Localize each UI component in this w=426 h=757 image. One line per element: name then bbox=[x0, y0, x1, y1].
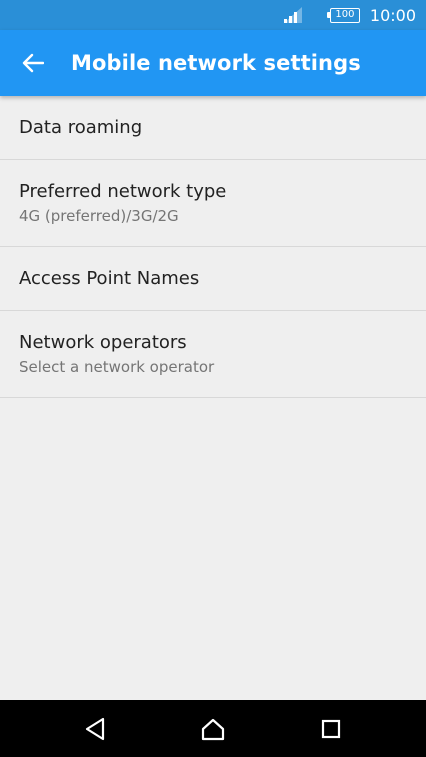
nav-recents-button[interactable] bbox=[316, 714, 346, 744]
nav-home-button[interactable] bbox=[198, 714, 228, 744]
back-triangle-icon bbox=[85, 717, 105, 741]
setting-title: Data roaming bbox=[19, 117, 143, 138]
setting-title: Network operators bbox=[19, 332, 187, 353]
nav-back-button[interactable] bbox=[80, 714, 110, 744]
setting-preferred-network-type[interactable]: Preferred network type 4G (preferred)/3G… bbox=[0, 160, 426, 247]
settings-list: Data roaming Preferred network type 4G (… bbox=[0, 96, 426, 398]
setting-access-point-names[interactable]: Access Point Names bbox=[0, 247, 426, 311]
setting-network-operators[interactable]: Network operators Select a network opera… bbox=[0, 311, 426, 398]
setting-title: Preferred network type bbox=[19, 181, 227, 202]
setting-subtitle: 4G (preferred)/3G/2G bbox=[19, 207, 179, 225]
clock: 10:00 bbox=[369, 5, 416, 25]
app-bar: Mobile network settings bbox=[0, 30, 426, 96]
status-bar: 100 10:00 bbox=[0, 0, 426, 30]
recents-icon bbox=[321, 719, 341, 739]
screen: 100 10:00 Mobile network settings Data r… bbox=[0, 0, 426, 757]
status-icons: 100 10:00 bbox=[283, 0, 416, 30]
battery-level: 100 bbox=[335, 9, 355, 20]
page-title: Mobile network settings bbox=[71, 51, 361, 75]
signal-icon bbox=[283, 7, 302, 23]
arrow-left-icon bbox=[22, 53, 44, 73]
battery-icon: 100 bbox=[326, 7, 360, 23]
setting-subtitle: Select a network operator bbox=[19, 358, 215, 376]
back-button[interactable] bbox=[15, 45, 51, 81]
setting-title: Access Point Names bbox=[19, 268, 200, 289]
navigation-bar bbox=[0, 700, 426, 757]
setting-data-roaming[interactable]: Data roaming bbox=[0, 96, 426, 160]
home-icon bbox=[201, 718, 225, 741]
